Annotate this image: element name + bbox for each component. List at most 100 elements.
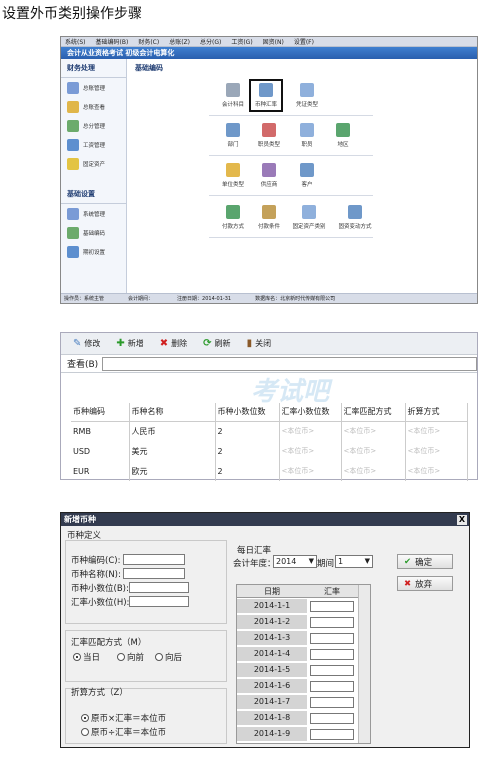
toolbar: ✎ 修改 ✚ 新增 ✖ 删除 ⟳ 刷新 ▮ 关闭 <box>61 333 477 355</box>
rate-input[interactable] <box>310 712 354 724</box>
nav-item-sub-ledger[interactable]: 总分管理 <box>61 116 126 135</box>
status-period: 会计期间： <box>128 296 154 302</box>
tile-supplier[interactable]: 供应商 <box>249 163 289 188</box>
close-button[interactable]: ▮ 关闭 <box>247 338 272 349</box>
nav-item-basic-coding[interactable]: 基础编码 <box>61 223 126 242</box>
asset-category-icon <box>302 205 316 219</box>
refresh-button[interactable]: ⟳ 刷新 <box>203 338 230 349</box>
delete-button[interactable]: ✖ 删除 <box>160 338 187 349</box>
radio-icon <box>155 653 163 661</box>
menu-ledger[interactable]: 总账(Z) <box>169 37 190 46</box>
coins-icon <box>67 157 79 170</box>
table-row[interactable]: RMB 人民币 2 <本位币> <本位币> <本位币> <box>71 421 468 441</box>
year-select[interactable]: 2014 ▼ <box>273 555 317 568</box>
menu-finance[interactable]: 财务(C) <box>138 37 159 46</box>
rate-input[interactable] <box>310 600 354 612</box>
menu-system[interactable]: 系统(S) <box>65 37 86 46</box>
rate-row: 2014-1-6 <box>237 678 370 694</box>
tile-payment-method[interactable]: 付款方式 <box>213 205 253 230</box>
ok-button[interactable]: ✔ 确定 <box>397 554 453 569</box>
col-code[interactable]: 币种编码 <box>71 403 130 422</box>
rate-input[interactable] <box>310 616 354 628</box>
col-currency-decimals[interactable]: 币种小数位数 <box>215 403 280 422</box>
name-label: 币种名称(N): <box>71 570 121 580</box>
rate-input[interactable] <box>310 680 354 692</box>
convert-divide-radio[interactable]: 原币÷汇率＝本位币 <box>81 726 166 738</box>
edit-icon: ✎ <box>73 338 82 349</box>
daily-rate-label: 每日汇率 <box>237 546 272 556</box>
match-today-radio[interactable]: 当日 <box>73 651 100 663</box>
scrollbar[interactable] <box>358 585 370 743</box>
menu-fixed-assets[interactable]: 固资(N) <box>263 37 284 46</box>
name-field[interactable] <box>123 568 185 579</box>
rate-row: 2014-1-5 <box>237 662 370 678</box>
menu-basic-coding[interactable]: 基础编码(B) <box>96 37 129 46</box>
edit-button[interactable]: ✎ 修改 <box>73 338 100 349</box>
radio-icon <box>81 728 89 736</box>
lookup-input[interactable] <box>102 356 477 371</box>
table-row[interactable]: EUR 欧元 2 <本位币> <本位币> <本位币> <box>71 461 468 481</box>
nav-item-fixed-assets[interactable]: 固定资产 <box>61 154 126 173</box>
tile-unit-type[interactable]: 单位类型 <box>213 163 253 188</box>
folder-icon <box>67 100 79 113</box>
rate-input[interactable] <box>310 728 354 740</box>
radio-checked-icon <box>81 714 89 722</box>
col-match-method[interactable]: 汇率匹配方式 <box>341 403 406 422</box>
currency-decimals-field[interactable] <box>129 582 189 593</box>
rate-input[interactable] <box>310 696 354 708</box>
app-window: 系统(S) 基础编码(B) 财务(C) 总账(Z) 总分(G) 工资(G) 固资… <box>60 36 478 304</box>
code-field[interactable] <box>123 554 185 565</box>
menu-accounts[interactable]: 总分(G) <box>200 37 221 46</box>
tile-region[interactable]: 地区 <box>323 123 363 148</box>
cancel-button[interactable]: ✖ 放弃 <box>397 576 453 591</box>
tile-staff[interactable]: 职员 <box>287 123 327 148</box>
nav-item-system[interactable]: 系统管理 <box>61 204 126 223</box>
asset-change-icon <box>348 205 362 219</box>
col-rate-decimals[interactable]: 汇率小数位数 <box>279 403 342 422</box>
table-row[interactable]: USD 美元 2 <本位币> <本位币> <本位币> <box>71 441 468 461</box>
menu-settings[interactable]: 设置(F) <box>294 37 314 46</box>
tile-currency-rate[interactable]: 币种汇率 <box>249 79 283 112</box>
nav-item-payroll[interactable]: 工资管理 <box>61 135 126 154</box>
period-select[interactable]: 1 ▼ <box>335 555 373 568</box>
chevron-down-icon: ▼ <box>308 557 314 565</box>
nav-item-ledger[interactable]: 总账管理 <box>61 78 126 97</box>
tile-asset-category[interactable]: 固定资产类别 <box>287 205 331 230</box>
tile-customer[interactable]: 客户 <box>287 163 327 188</box>
table-header: 币种编码 币种名称 币种小数位数 汇率小数位数 汇率匹配方式 折算方式 <box>71 403 468 422</box>
period-label: 期间 <box>317 559 335 569</box>
system-icon <box>67 207 79 220</box>
nav-item-ledger-view[interactable]: 总账查看 <box>61 97 126 116</box>
coding-header: 基础编码 <box>135 64 163 72</box>
currency-icon <box>259 83 273 97</box>
currency-table: 币种编码 币种名称 币种小数位数 汇率小数位数 汇率匹配方式 折算方式 RMB 人… <box>71 403 468 481</box>
dialog-titlebar: 新增币种 X <box>61 513 469 526</box>
tile-staff-type[interactable]: 职员类型 <box>249 123 289 148</box>
close-icon[interactable]: X <box>457 514 467 525</box>
col-conversion[interactable]: 折算方式 <box>405 403 468 422</box>
supplier-icon <box>262 163 276 177</box>
tile-asset-change[interactable]: 固资变动方式 <box>333 205 377 230</box>
convert-multiply-radio[interactable]: 原币×汇率＝本位币 <box>81 712 166 724</box>
chevron-down-icon: ▼ <box>364 557 370 565</box>
rate-input[interactable] <box>310 648 354 660</box>
unit-type-icon <box>226 163 240 177</box>
delete-icon: ✖ <box>159 338 169 349</box>
match-forward-radio[interactable]: 向前 <box>117 651 144 663</box>
rate-input[interactable] <box>310 632 354 644</box>
rate-input[interactable] <box>310 664 354 676</box>
menu-bar: 系统(S) 基础编码(B) 财务(C) 总账(Z) 总分(G) 工资(G) 固资… <box>61 37 477 47</box>
radio-icon <box>117 653 125 661</box>
col-name[interactable]: 币种名称 <box>129 403 216 422</box>
refresh-icon: ⟳ <box>203 338 212 349</box>
code-label: 币种编码(C): <box>71 556 121 566</box>
tile-department[interactable]: 部门 <box>213 123 253 148</box>
rate-decimals-field[interactable] <box>129 596 189 607</box>
tile-payment-terms[interactable]: 付款条件 <box>249 205 289 230</box>
tile-accounts[interactable]: 会计科目 <box>213 83 253 108</box>
nav-item-opening[interactable]: 期初设置 <box>61 242 126 261</box>
menu-payroll[interactable]: 工资(G) <box>231 37 252 46</box>
match-backward-radio[interactable]: 向后 <box>155 651 182 663</box>
tile-voucher-type[interactable]: 凭证类型 <box>287 83 327 108</box>
add-button[interactable]: ✚ 新增 <box>116 338 143 349</box>
